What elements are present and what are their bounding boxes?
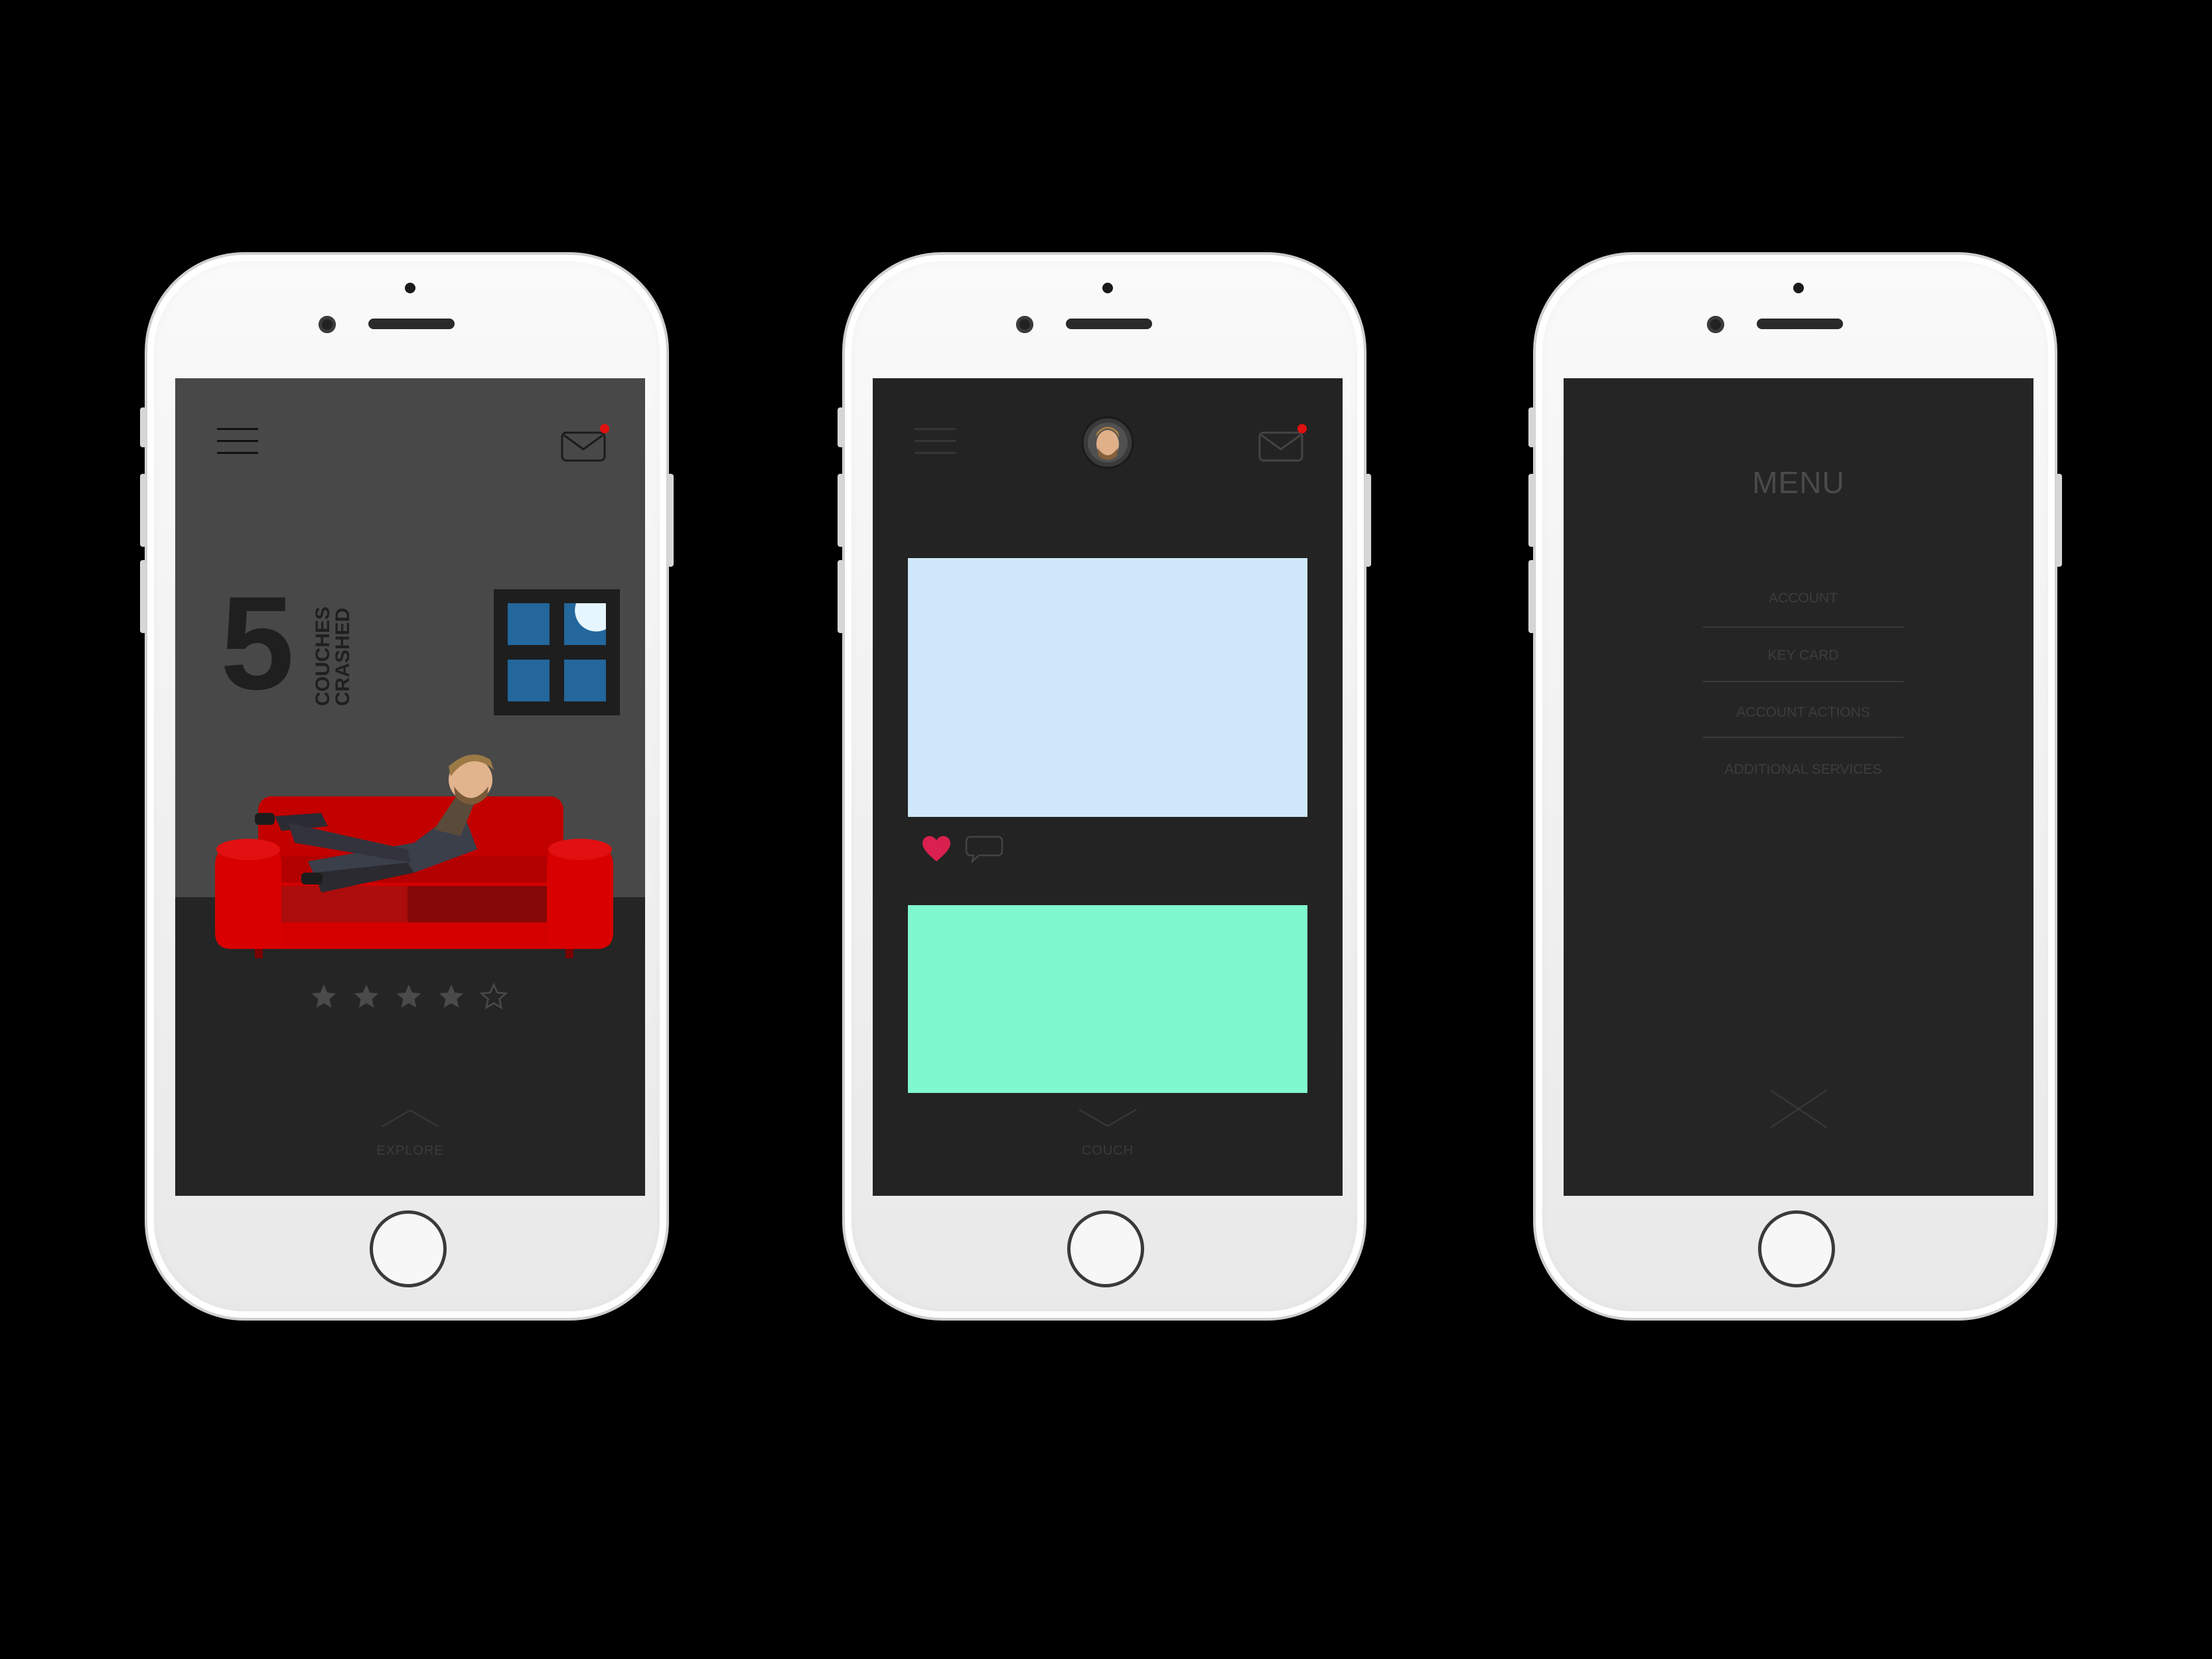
couch-illustration — [215, 755, 613, 958]
screen-menu: MENU ACCOUNT KEY CARD ACCOUNT ACTIONS AD… — [1564, 378, 2033, 1196]
star-empty-icon[interactable] — [479, 982, 508, 1011]
home-button — [370, 1210, 447, 1287]
front-camera — [1707, 316, 1724, 333]
menu-item-account-actions[interactable]: ACCOUNT ACTIONS — [1703, 705, 1903, 721]
explore-label[interactable]: EXPLORE — [175, 1143, 645, 1159]
power-button — [2055, 474, 2062, 567]
menu-divider — [1703, 737, 1903, 738]
mute-switch — [838, 407, 844, 447]
volume-down-button — [838, 560, 844, 633]
phone-frame: MENU ACCOUNT KEY CARD ACCOUNT ACTIONS AD… — [1528, 252, 2062, 1321]
star-filled-icon[interactable] — [352, 982, 381, 1011]
hamburger-icon[interactable] — [915, 428, 956, 455]
power-button — [1364, 474, 1371, 567]
earpiece-speaker — [1757, 319, 1843, 329]
feed-card[interactable] — [908, 558, 1307, 817]
phone-frame: 5 COUCHES CRASHED EXPLORE — [140, 252, 674, 1321]
notification-dot — [600, 424, 609, 433]
feed-card[interactable] — [908, 905, 1307, 1093]
notification-dot — [1297, 424, 1307, 433]
menu-title: MENU — [1752, 465, 1845, 500]
star-filled-icon[interactable] — [309, 982, 338, 1011]
mail-icon[interactable] — [560, 421, 613, 463]
menu-item-additional-services[interactable]: ADDITIONAL SERVICES — [1703, 762, 1903, 778]
proximity-sensor — [1102, 283, 1113, 293]
screen-feed: COUCH — [873, 378, 1343, 1196]
shoe — [301, 873, 323, 885]
home-button — [1067, 1210, 1144, 1287]
couches-label: COUCHES CRASHED — [312, 593, 354, 706]
front-camera — [1016, 316, 1033, 333]
menu-divider — [1703, 681, 1903, 682]
mute-switch — [1528, 407, 1535, 447]
screen-home: 5 COUCHES CRASHED EXPLORE — [175, 378, 645, 1196]
power-button — [667, 474, 674, 567]
volume-down-button — [1528, 560, 1535, 633]
menu-item-account[interactable]: ACCOUNT — [1703, 591, 1903, 607]
couches-label-line1: COUCHES — [312, 606, 334, 706]
volume-down-button — [140, 560, 147, 633]
star-filled-icon[interactable] — [394, 982, 423, 1011]
earpiece-speaker — [1066, 319, 1152, 329]
front-camera — [319, 316, 336, 333]
volume-up-button — [140, 474, 147, 547]
comment-icon[interactable] — [964, 835, 1004, 864]
home-button — [1758, 1210, 1835, 1287]
menu-item-key-card[interactable]: KEY CARD — [1703, 648, 1903, 664]
couches-label-line2: CRASHED — [332, 607, 354, 706]
earpiece-speaker — [368, 319, 455, 329]
close-icon[interactable] — [1769, 1088, 1828, 1129]
menu-divider — [1703, 626, 1903, 628]
avatar[interactable] — [1081, 416, 1134, 469]
volume-up-button — [1528, 474, 1535, 547]
volume-up-button — [838, 474, 844, 547]
shoe — [255, 813, 275, 825]
mail-icon[interactable] — [1258, 421, 1311, 463]
proximity-sensor — [1793, 283, 1804, 293]
mute-switch — [140, 407, 147, 447]
star-filled-icon[interactable] — [437, 982, 466, 1011]
heart-icon[interactable] — [921, 835, 952, 863]
couch-label[interactable]: COUCH — [873, 1143, 1343, 1159]
couches-count: 5 — [220, 569, 294, 717]
night-window — [494, 589, 620, 715]
phone-frame: COUCH — [838, 252, 1371, 1321]
chevron-down-icon[interactable] — [1078, 1108, 1138, 1128]
chevron-up-icon[interactable] — [380, 1108, 440, 1128]
hamburger-icon[interactable] — [217, 428, 258, 455]
proximity-sensor — [405, 283, 415, 293]
